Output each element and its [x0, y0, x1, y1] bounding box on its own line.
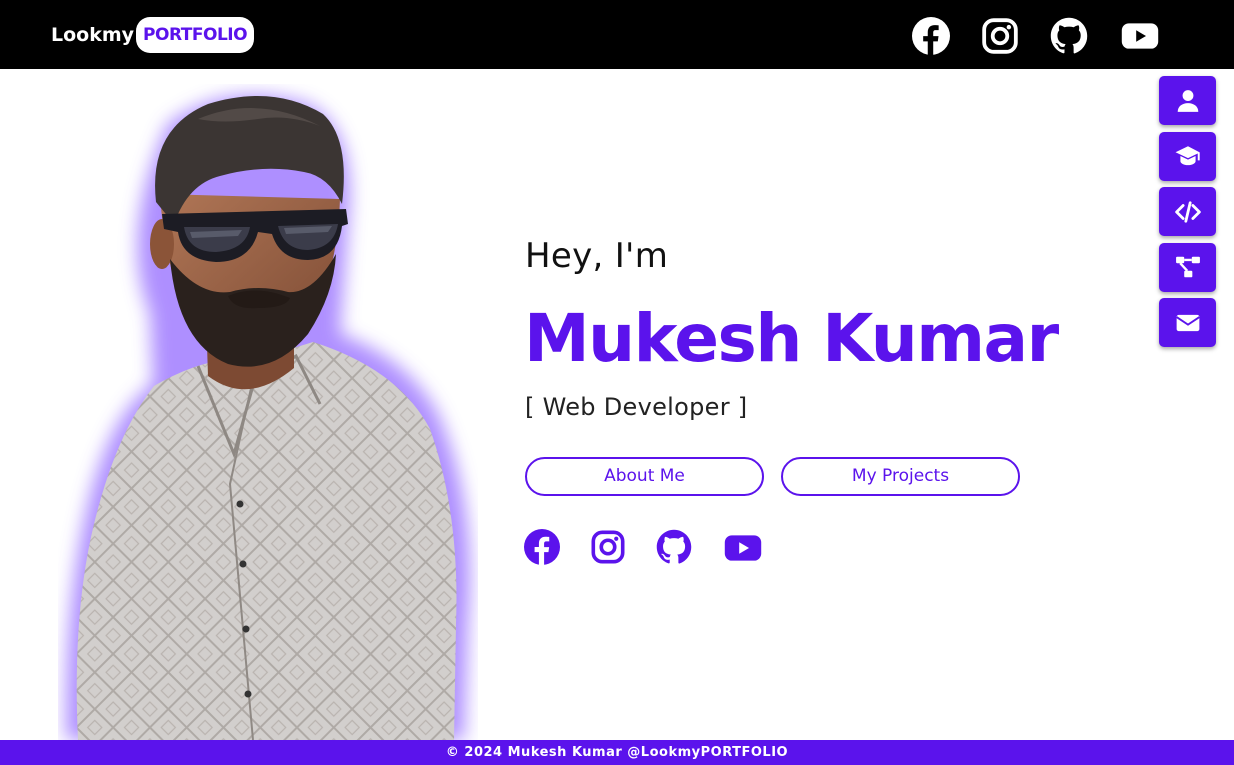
side-nav-about[interactable]: [1159, 76, 1216, 125]
hero-role: [ Web Developer ]: [525, 393, 748, 421]
logo-pill: PORTFOLIO: [136, 16, 255, 53]
side-nav-skills[interactable]: [1159, 242, 1216, 292]
instagram-icon[interactable]: [590, 529, 626, 565]
side-nav: [1159, 76, 1216, 354]
instagram-icon[interactable]: [981, 17, 1019, 55]
facebook-icon[interactable]: [912, 17, 950, 55]
envelope-icon: [1175, 314, 1200, 331]
top-navbar: Lookmy PORTFOLIO: [0, 0, 1234, 69]
my-projects-button[interactable]: My Projects: [781, 457, 1020, 496]
footer: © 2024 Mukesh Kumar @LookmyPORTFOLIO: [0, 740, 1234, 765]
github-icon[interactable]: [656, 529, 692, 565]
footer-copyright: © 2024 Mukesh Kumar @LookmyPORTFOLIO: [445, 745, 789, 760]
github-icon[interactable]: [1050, 17, 1088, 55]
header-social-links: [912, 17, 1190, 55]
about-me-button[interactable]: About Me: [525, 457, 764, 496]
side-nav-education[interactable]: [1159, 131, 1216, 181]
sitemap-icon: [1175, 256, 1200, 278]
graduation-cap-icon: [1175, 146, 1200, 166]
portfolio-page: Lookmy PORTFOLIO Hey, I'm Mukesh Kumar […: [0, 0, 1234, 765]
hero-social-links: [524, 529, 790, 565]
logo-text: Lookmy: [51, 23, 135, 46]
facebook-icon[interactable]: [524, 529, 560, 565]
side-nav-contact[interactable]: [1159, 298, 1216, 347]
hero-name: Mukesh Kumar: [524, 300, 1059, 377]
site-logo[interactable]: Lookmy PORTFOLIO: [51, 16, 255, 53]
hero-greeting: Hey, I'm: [525, 236, 669, 276]
youtube-icon[interactable]: [724, 529, 762, 565]
code-icon: [1174, 200, 1201, 223]
side-nav-projects[interactable]: [1159, 187, 1216, 236]
youtube-icon[interactable]: [1121, 17, 1159, 55]
profile-photo: [58, 84, 478, 740]
user-icon: [1177, 89, 1198, 112]
